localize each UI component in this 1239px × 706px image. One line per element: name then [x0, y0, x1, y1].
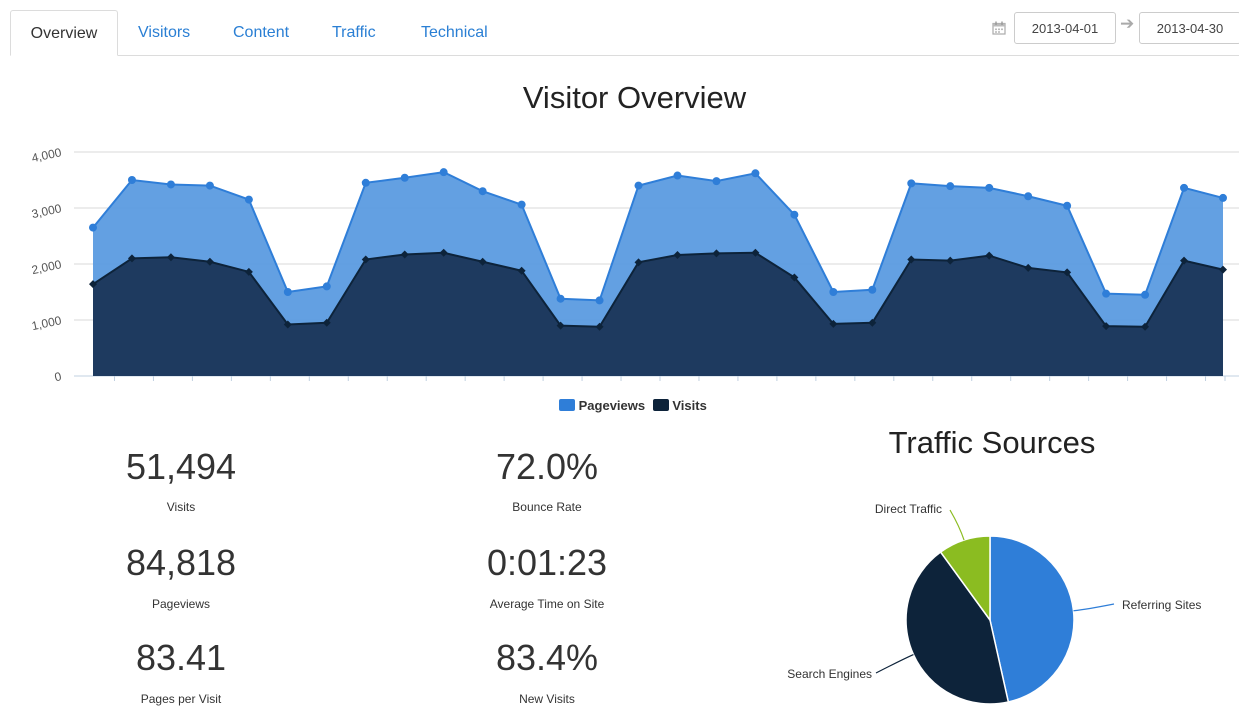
pageviews-point [439, 168, 448, 177]
pageviews-point [361, 178, 370, 187]
tab-technical[interactable]: Technical [421, 10, 488, 56]
legend-swatch-pageviews [559, 399, 575, 412]
tab-overview[interactable]: Overview [10, 10, 118, 56]
pageviews-point [166, 180, 175, 189]
end-date-input[interactable]: 2013-04-30 [1139, 12, 1239, 44]
pageviews-point [1180, 183, 1189, 192]
tab-traffic[interactable]: Traffic [332, 10, 376, 56]
pageviews-point [1219, 193, 1227, 202]
pageviews-point [907, 179, 916, 188]
y-tick-label: 0 [53, 369, 63, 384]
new-visits-value: 83.4% [495, 637, 599, 678]
visits-label: Visits [166, 500, 196, 514]
pageviews-point [283, 288, 292, 296]
pageviews-point [1102, 289, 1111, 298]
pie-label-search-engines: Search Engines [787, 667, 872, 681]
pie-label-direct-traffic: Direct Traffic [875, 502, 942, 516]
traffic-sources-title: Traffic Sources [888, 425, 1096, 460]
pie-connector-direct-traffic [949, 509, 965, 541]
y-tick-label: 1,000 [30, 313, 63, 333]
pages-per-visit-label: Pages per Visit [140, 692, 222, 706]
y-tick-label: 3,000 [30, 201, 63, 221]
pageviews-point [517, 200, 526, 209]
pageviews-point [712, 177, 721, 186]
pageviews-point [400, 173, 409, 182]
legend-swatch-visits [652, 399, 669, 412]
legend-label-visits: Visits [672, 397, 707, 413]
pageviews-point [868, 285, 877, 294]
traffic-sources-pie-chart: Referring Sites Search Engines Direct Traf… [787, 502, 1201, 705]
chart-legend: Pageviews Visits [559, 396, 707, 413]
avg-time-value: 0:01:23 [486, 542, 608, 583]
pageviews-point [985, 183, 994, 192]
pageviews-point [673, 171, 682, 180]
pageviews-label: Pageviews [151, 597, 211, 611]
legend-item-pageviews[interactable]: Pageviews [559, 397, 645, 413]
visits-value: 51,494 [125, 446, 237, 487]
pageviews-point [595, 296, 604, 305]
pie-connector-search-engines [875, 654, 914, 674]
visitor-overview-title: Visitor Overview [522, 80, 747, 115]
new-visits-label: New Visits [519, 692, 575, 706]
pageviews-point [946, 182, 955, 191]
pageviews-point [751, 169, 760, 178]
pageviews-point [89, 223, 97, 232]
tab-content[interactable]: Content [233, 10, 289, 56]
bounce-rate-value: 72.0% [495, 446, 599, 487]
pageviews-point [634, 181, 643, 190]
avg-time-label: Average Time on Site [489, 597, 605, 611]
pageviews-point [1141, 290, 1150, 299]
pageviews-point [1063, 201, 1072, 210]
pageviews-point [556, 294, 565, 303]
y-tick-label: 2,000 [30, 257, 63, 277]
pageviews-point [127, 176, 136, 184]
tab-visitors[interactable]: Visitors [138, 10, 190, 56]
calendar-icon[interactable] [992, 21, 1006, 35]
legend-item-visits[interactable]: Visits [652, 397, 707, 413]
pages-per-visit-value: 83.41 [135, 637, 227, 678]
pageviews-point [1024, 192, 1033, 201]
y-tick-label: 4,000 [30, 145, 63, 165]
pie-connector-referring-sites [1073, 603, 1115, 612]
pageviews-point [205, 181, 214, 190]
arrow-right-icon: ➔ [1120, 14, 1135, 33]
tab-bar-divider [10, 55, 1239, 56]
pageviews-point [478, 187, 487, 196]
pageviews-point [790, 210, 799, 219]
visitor-overview-chart: 0 1,000 2,000 3,000 4,000 [30, 145, 1239, 384]
pageviews-point [829, 288, 838, 296]
start-date-input[interactable]: 2013-04-01 [1014, 12, 1116, 44]
pageviews-value: 84,818 [125, 542, 237, 583]
pie-label-referring-sites: Referring Sites [1122, 598, 1201, 612]
legend-label-pageviews: Pageviews [578, 397, 646, 413]
pageviews-point [244, 195, 253, 204]
bounce-rate-label: Bounce Rate [512, 500, 582, 514]
pageviews-point [322, 282, 331, 291]
